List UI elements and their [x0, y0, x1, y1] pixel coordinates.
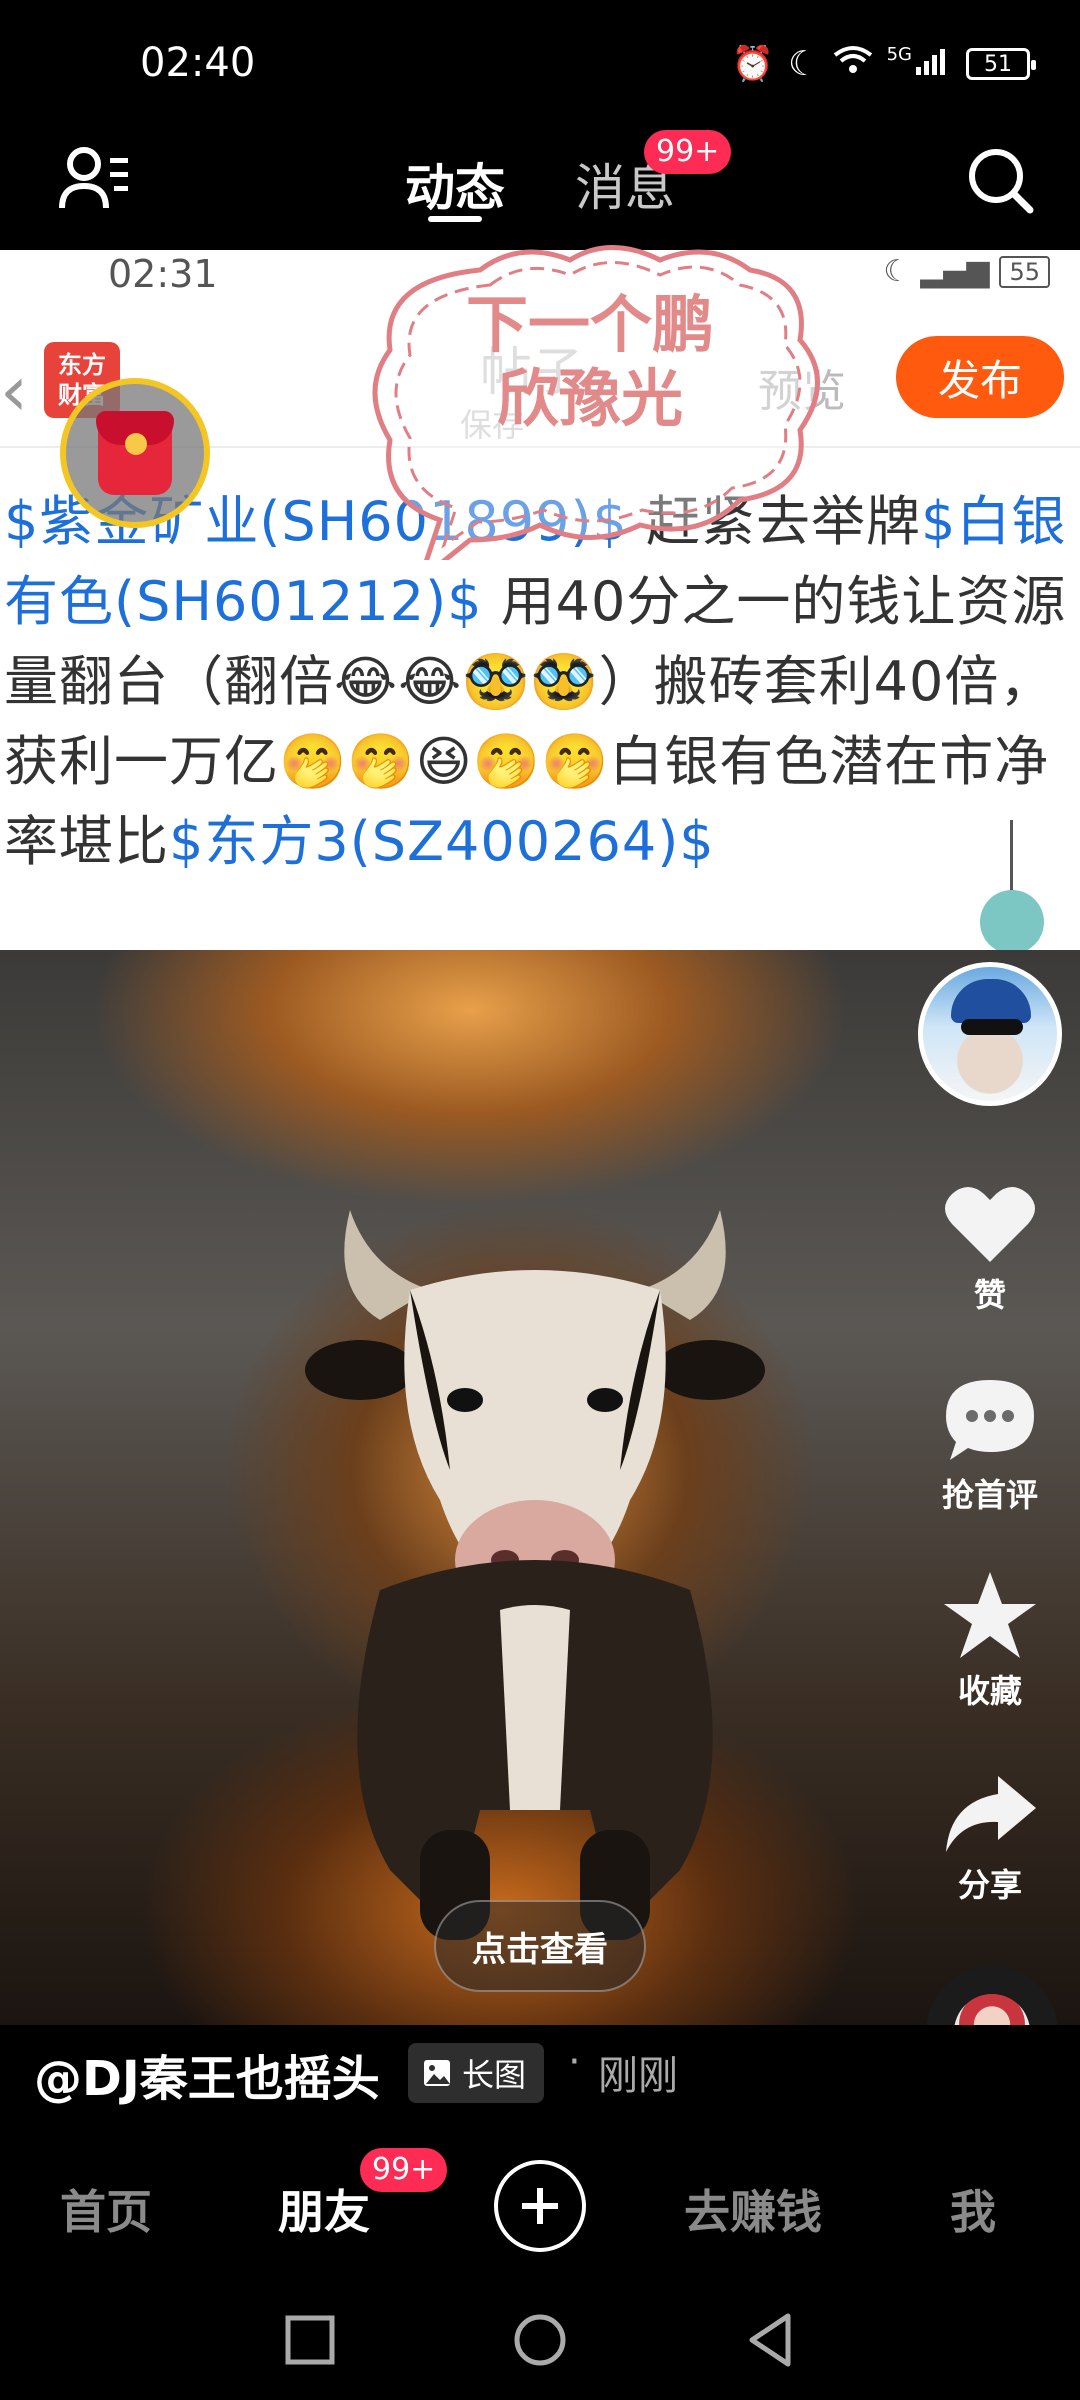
- like-button[interactable]: 赞: [930, 1182, 1050, 1316]
- top-nav: 动态 消息 99+: [0, 130, 1080, 250]
- star-icon: [944, 1572, 1036, 1658]
- inner-status-time: 02:31: [108, 252, 218, 296]
- inner-moon-icon: ☾: [883, 254, 911, 289]
- battery-level: 51: [984, 51, 1012, 77]
- active-tab-indicator: [428, 216, 482, 222]
- view-button[interactable]: 点击查看: [434, 1900, 646, 1992]
- favorite-button[interactable]: 收藏: [930, 1570, 1050, 1712]
- tab-home[interactable]: 首页: [60, 2176, 152, 2242]
- stock-tag-dongfang3: $东方3(SZ400264)$: [169, 810, 715, 873]
- like-label: 赞: [973, 1276, 1006, 1314]
- bubble-line-1: 下一个鹏: [465, 288, 714, 361]
- tab-dongtai[interactable]: 动态: [405, 148, 505, 220]
- share-button[interactable]: 分享: [930, 1772, 1050, 1906]
- alarm-icon: ⏰: [731, 44, 775, 84]
- network-type: 5G: [886, 44, 912, 65]
- tab-earn[interactable]: 去赚钱: [684, 2176, 822, 2242]
- recents-icon[interactable]: [280, 2310, 340, 2370]
- tab-me[interactable]: 我: [950, 2176, 996, 2242]
- signal-icon: [916, 44, 952, 84]
- post-image[interactable]: [0, 950, 1080, 2025]
- post-time: 刚刚: [598, 2053, 678, 2099]
- cursor-handle: [980, 890, 1044, 950]
- status-bar: 02:40 ⏰ ☾ 5G 51: [0, 0, 1080, 130]
- search-icon[interactable]: [960, 140, 1040, 220]
- comment-icon: [946, 1380, 1034, 1460]
- heart-icon: [945, 1187, 1035, 1262]
- author-name[interactable]: @DJ秦王也摇头: [34, 2039, 380, 2109]
- battery-icon: 51: [966, 48, 1036, 80]
- long-image-label: 长图: [462, 2056, 527, 2094]
- back-icon: ‹: [0, 350, 28, 432]
- image-icon: [424, 2060, 450, 2086]
- bubble-text: 下一个鹏 欣豫光: [430, 288, 750, 436]
- user-menu-icon[interactable]: [58, 142, 138, 222]
- publish-button: 发布: [896, 336, 1064, 418]
- friends-badge: 99+: [360, 2148, 448, 2192]
- inner-status-icons: ☾ ▂▄▆ 55: [883, 254, 1050, 289]
- wifi-icon: [833, 44, 873, 84]
- author-bar: @DJ秦王也摇头 长图 · 刚刚: [0, 2025, 1080, 2130]
- system-nav-bar: [0, 2280, 1080, 2400]
- comment-button[interactable]: 抢首评: [930, 1376, 1050, 1516]
- bubble-line-2: 欣豫光: [496, 362, 683, 435]
- inner-battery: 55: [999, 255, 1050, 288]
- share-icon: [946, 1776, 1036, 1852]
- moon-icon: ☾: [788, 44, 819, 84]
- status-icons: ⏰ ☾ 5G 51: [731, 44, 1036, 84]
- long-image-badge: 长图: [408, 2043, 545, 2103]
- text-cursor: [1010, 820, 1013, 890]
- plus-icon: [522, 2188, 558, 2224]
- inner-signal-icon: ▂▄▆: [920, 254, 990, 289]
- home-circle-icon[interactable]: [510, 2310, 570, 2370]
- share-label: 分享: [957, 1866, 1022, 1904]
- bottom-tab-bar: 首页 朋友 99+ 去赚钱 我: [0, 2130, 1080, 2280]
- comment-label: 抢首评: [941, 1476, 1038, 1514]
- favorite-label: 收藏: [957, 1672, 1022, 1710]
- create-button[interactable]: [494, 2160, 586, 2252]
- back-triangle-icon[interactable]: [740, 2310, 800, 2370]
- messages-badge: 99+: [644, 130, 732, 174]
- bull-illustration: [305, 1210, 765, 1940]
- red-packet-icon[interactable]: [60, 378, 210, 528]
- tab-friends[interactable]: 朋友: [278, 2176, 370, 2242]
- separator: ·: [568, 2039, 581, 2085]
- status-time: 02:40: [140, 40, 256, 86]
- author-avatar[interactable]: [918, 962, 1062, 1106]
